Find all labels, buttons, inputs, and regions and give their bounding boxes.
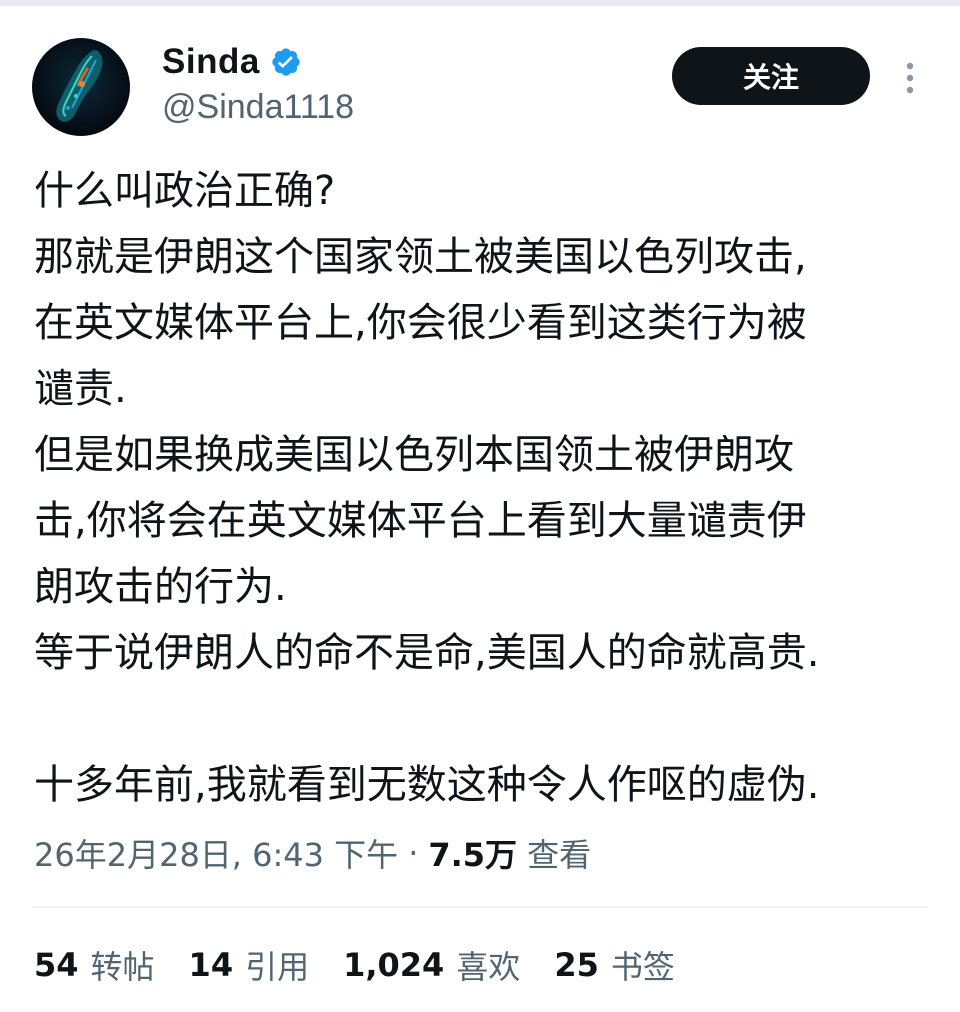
stat-label: 书签 (610, 948, 675, 986)
stat-label: 喜欢 (456, 948, 521, 986)
stat-count: 14 (188, 946, 234, 984)
tweet-timestamp[interactable]: 26年2月28日, 6:43 下午 (34, 830, 398, 876)
more-vertical-icon[interactable] (898, 58, 922, 98)
stat-count: 1,024 (343, 946, 445, 984)
stat-retweets[interactable]: 54 转帖 (34, 942, 155, 988)
author-handle[interactable]: @Sinda1118 (162, 88, 354, 127)
stat-count: 54 (34, 946, 79, 984)
views-count: 7.5万 (428, 836, 518, 874)
engagement-stats: 54 转帖 14 引用 1,024 喜欢 25 书签 (34, 938, 709, 992)
tweet-text: 什么叫政治正确? 那就是伊朗这个国家领土被美国以色列攻击, 在英文媒体平台上,你… (34, 168, 820, 808)
follow-button[interactable]: 关注 (672, 47, 870, 105)
stat-count: 25 (554, 946, 599, 984)
stat-likes[interactable]: 1,024 喜欢 (343, 942, 520, 988)
stat-bookmarks[interactable]: 25 书签 (554, 942, 675, 988)
stat-label: 引用 (245, 948, 310, 986)
tweet-meta: 26年2月28日, 6:43 下午 · 7.5万 查看 (34, 826, 591, 880)
stat-label: 转帖 (90, 948, 155, 986)
author-display-name[interactable]: Sinda (162, 42, 260, 82)
name-row: Sinda (162, 40, 302, 84)
stat-quotes[interactable]: 14 引用 (189, 942, 310, 988)
views-label: 查看 (527, 836, 592, 874)
avatar[interactable] (32, 38, 130, 136)
meta-separator: · (408, 834, 419, 872)
divider (32, 906, 928, 908)
avatar-image (56, 50, 103, 122)
tweet-header: Sinda @Sinda1118 关注 (0, 0, 960, 150)
verified-badge-icon (270, 46, 302, 78)
